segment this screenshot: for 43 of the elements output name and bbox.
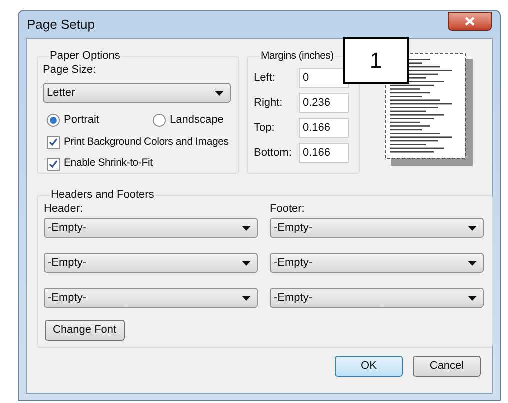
- input-field[interactable]: 0.166: [299, 143, 349, 163]
- checkbox-option[interactable]: Print Background Colors and Images: [47, 134, 233, 150]
- caret-icon: [468, 226, 477, 230]
- field-label: Right:: [254, 96, 283, 111]
- input-field[interactable]: 0.236: [299, 93, 349, 113]
- close-button[interactable]: [448, 12, 492, 31]
- field-label: Header:: [44, 202, 84, 216]
- caret-icon: [215, 90, 224, 96]
- field-label: Top:: [254, 120, 275, 136]
- dialog-button[interactable]: Cancel: [413, 356, 481, 377]
- window-title: Page Setup: [27, 16, 95, 34]
- field-label: Page Size:: [43, 63, 98, 77]
- caret-icon: [468, 296, 477, 300]
- radio-option[interactable]: Landscape: [153, 112, 233, 128]
- group-title: Margins (inches): [260, 49, 335, 63]
- radio-button[interactable]: [153, 114, 166, 127]
- dropdown[interactable]: Letter: [43, 83, 231, 103]
- caret-icon: [242, 296, 251, 300]
- radio-option[interactable]: Portrait: [47, 112, 127, 128]
- radio-button[interactable]: [47, 114, 60, 127]
- caret-icon: [242, 260, 251, 266]
- field-label: Left:: [254, 70, 276, 86]
- dropdown[interactable]: -Empty-: [270, 218, 484, 238]
- callout-label: 1: [343, 37, 409, 84]
- input-field[interactable]: 0: [299, 68, 349, 88]
- checkbox[interactable]: [47, 136, 60, 149]
- close-icon: [465, 17, 475, 26]
- field-label: Bottom:: [254, 146, 292, 161]
- caret-icon: [468, 260, 477, 266]
- dropdown[interactable]: -Empty-: [44, 288, 258, 308]
- change-font-button[interactable]: Change Font: [45, 320, 125, 341]
- field-label: Footer:: [270, 202, 306, 216]
- caret-icon: [242, 226, 251, 230]
- dropdown[interactable]: -Empty-: [270, 288, 484, 308]
- input-field[interactable]: 0.166: [299, 118, 349, 138]
- dropdown[interactable]: -Empty-: [44, 253, 258, 273]
- checkbox[interactable]: [47, 158, 60, 171]
- dropdown[interactable]: -Empty-: [270, 253, 484, 273]
- dialog-button[interactable]: OK: [335, 356, 403, 377]
- group-title: Paper Options: [49, 49, 122, 63]
- checkbox-option[interactable]: Enable Shrink-to-Fit: [47, 156, 233, 172]
- group-title: Headers and Footers: [50, 188, 156, 202]
- dropdown[interactable]: -Empty-: [44, 218, 258, 238]
